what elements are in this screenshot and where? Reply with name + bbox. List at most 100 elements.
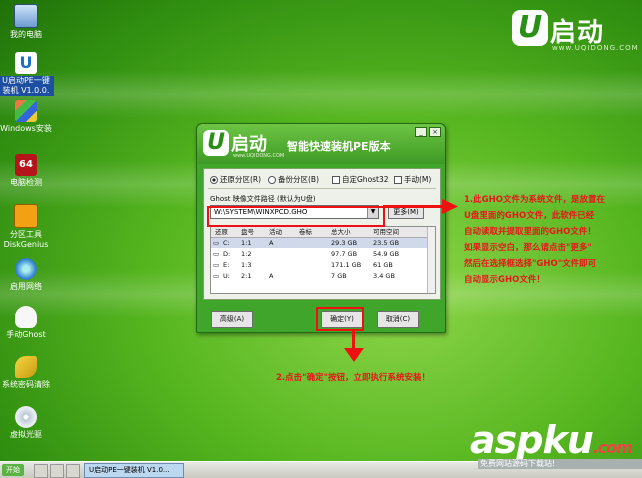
cell-num: 1:2: [241, 250, 252, 258]
annotation-note-1: 1.此GHO文件为系统文件，是放置在 U盘里面的GHO文件，此软件已经 自动读取…: [464, 192, 605, 288]
divider: [208, 188, 436, 189]
ok-highlight-box: [316, 307, 364, 331]
key-icon: [15, 356, 37, 378]
option-label: 还原分区(R): [220, 175, 262, 184]
windows-setup-icon: [15, 100, 37, 122]
desktop-icon-label: 电脑检测: [10, 178, 42, 187]
checkbox-icon: [332, 176, 340, 184]
cell-drive: E:: [223, 261, 230, 269]
usb-disk-icon: ▭: [213, 272, 220, 280]
install-dialog: U 启动 www.UQIDONG.COM 智能快速装机PE版本 _ × 还原分区…: [196, 123, 446, 333]
brand-logo: U 启动 www.UQIDONG.COM: [512, 10, 638, 52]
desktop-icon-u-install[interactable]: U U启动PE一键 装机 V1.0.0.: [0, 52, 54, 96]
cell-size: 7 GB: [331, 272, 347, 280]
note-line: 如果显示空白，那么请点击"更多": [464, 243, 592, 253]
close-button[interactable]: ×: [429, 127, 441, 137]
watermark-subtitle: 免费网站源码下载站!: [478, 459, 642, 469]
disk-icon: ▭: [213, 261, 220, 269]
table-row[interactable]: ▭ C: 1:1 A 29.3 GB 23.5 GB: [211, 238, 435, 248]
cancel-button[interactable]: 取消(C): [377, 311, 419, 328]
cell-size: 97.7 GB: [331, 250, 358, 258]
watermark-dotcom: .com: [592, 438, 633, 457]
desktop-icon-label: 我的电脑: [10, 30, 42, 39]
table-scrollbar[interactable]: [427, 227, 435, 293]
disk-icon: ▭: [213, 250, 220, 258]
desktop-icon-label: Windows安装: [0, 124, 52, 133]
arrow-down-icon: [344, 348, 364, 362]
start-button[interactable]: 开始: [2, 464, 24, 476]
dialog-title: 智能快速装机PE版本: [287, 140, 391, 153]
option-restore[interactable]: 还原分区(R): [210, 174, 261, 185]
path-highlight-box: [207, 206, 385, 227]
path-label: Ghost 映像文件路径 (默认为U盘): [210, 195, 316, 203]
dialog-logo-u: U: [203, 130, 229, 156]
cell-free: 54.9 GB: [373, 250, 400, 258]
advanced-button[interactable]: 高级(A): [211, 311, 253, 328]
network-icon: [15, 258, 37, 280]
dialog-body: 还原分区(R) 备份分区(B) 自定Ghost32 手动(M) Ghost 映像…: [203, 168, 441, 300]
wallpaper-stripe: [0, 70, 642, 118]
cell-drive: D:: [223, 250, 231, 258]
table-row[interactable]: ▭ U: 2:1 A 7 GB 3.4 GB: [211, 271, 435, 281]
desktop-icon-label: 虚拟光驱: [10, 430, 42, 439]
watermark-text: aspku: [470, 418, 594, 462]
table-row[interactable]: ▭ D: 1:2 97.7 GB 54.9 GB: [211, 249, 435, 259]
desktop-icon-label: 启用网络: [10, 282, 42, 291]
partition-table: 还原 盘号 活动 卷标 总大小 可用空间 ▭ C: 1:1 A 29.3 GB …: [210, 226, 436, 294]
option-manual[interactable]: 手动(M): [394, 174, 431, 185]
taskbar-task-u-install[interactable]: U启动PE一键装机 V1.0...: [84, 463, 184, 478]
quicklaunch-icon[interactable]: [34, 464, 48, 478]
cell-size: 29.3 GB: [331, 239, 358, 247]
desktop-icon-label: U启动PE一键 装机 V1.0.0.: [0, 76, 54, 96]
radio-icon: [268, 176, 276, 184]
cell-free: 23.5 GB: [373, 239, 400, 247]
annotation-note-2: 2.点击"确定"按钮，立即执行系统安装！: [276, 373, 431, 383]
brand-u-glyph: U: [512, 10, 548, 46]
note-line: U盘里面的GHO文件，此软件已经: [464, 211, 595, 221]
brand-site: www.UQIDONG.COM: [552, 44, 639, 52]
note-line: 自动读取并提取里面的GHO文件！: [464, 227, 596, 237]
column-header: 活动: [269, 228, 282, 236]
column-header: 卷标: [299, 228, 312, 236]
option-custom-ghost[interactable]: 自定Ghost32: [332, 174, 389, 185]
cell-drive: C:: [223, 239, 230, 247]
cell-active: A: [269, 272, 274, 280]
cell-active: A: [269, 239, 274, 247]
option-label: 自定Ghost32: [342, 175, 389, 184]
cell-num: 1:1: [241, 239, 252, 247]
disk-genius-icon: [14, 204, 38, 228]
desktop-icon-label: 分区工具 DiskGenius: [3, 230, 49, 249]
dialog-logo-site: www.UQIDONG.COM: [233, 153, 285, 159]
option-label: 手动(M): [404, 175, 432, 184]
desktop-icon-virtual-cd[interactable]: 虚拟光驱: [0, 406, 54, 440]
cell-size: 171.1 GB: [331, 261, 362, 269]
desktop-icon-my-computer[interactable]: 我的电脑: [0, 4, 54, 40]
desktop-icon-windows-setup[interactable]: Windows安装: [0, 100, 54, 134]
u-logo-icon: U: [15, 52, 37, 74]
column-header: 盘号: [241, 228, 254, 236]
column-header: 总大小: [331, 228, 351, 236]
note-line: 1.此GHO文件为系统文件，是放置在: [464, 195, 605, 205]
watermark-logo: aspku.com: [470, 418, 633, 462]
column-header: 还原: [215, 228, 228, 236]
desktop-icon-password-clear[interactable]: 系统密码清除: [0, 356, 54, 390]
note-line: 然后在选择框选择"GHO"文件即可: [464, 259, 597, 269]
note-line: 自动显示GHO文件！: [464, 275, 545, 285]
cell-num: 2:1: [241, 272, 252, 280]
arrow-line: [383, 205, 445, 208]
column-header: 可用空间: [373, 228, 399, 236]
desktop-icon-diskgenius[interactable]: 分区工具 DiskGenius: [0, 204, 54, 250]
cell-drive: U:: [223, 272, 230, 280]
desktop-icon-aida64[interactable]: 64 电脑检测: [0, 154, 54, 188]
desktop-icon-network[interactable]: 启用网络: [0, 258, 54, 292]
desktop-icon-manual-ghost[interactable]: 手动Ghost: [0, 306, 54, 340]
computer-icon: [14, 4, 38, 28]
virtual-cd-icon: [15, 406, 37, 428]
option-label: 备份分区(B): [278, 175, 319, 184]
arrow-right-icon: [442, 199, 458, 214]
minimize-button[interactable]: _: [415, 127, 427, 137]
quicklaunch-icon[interactable]: [66, 464, 80, 478]
table-row[interactable]: ▭ E: 1:3 171.1 GB 61 GB: [211, 260, 435, 270]
quicklaunch-icon[interactable]: [50, 464, 64, 478]
option-backup[interactable]: 备份分区(B): [268, 174, 319, 185]
